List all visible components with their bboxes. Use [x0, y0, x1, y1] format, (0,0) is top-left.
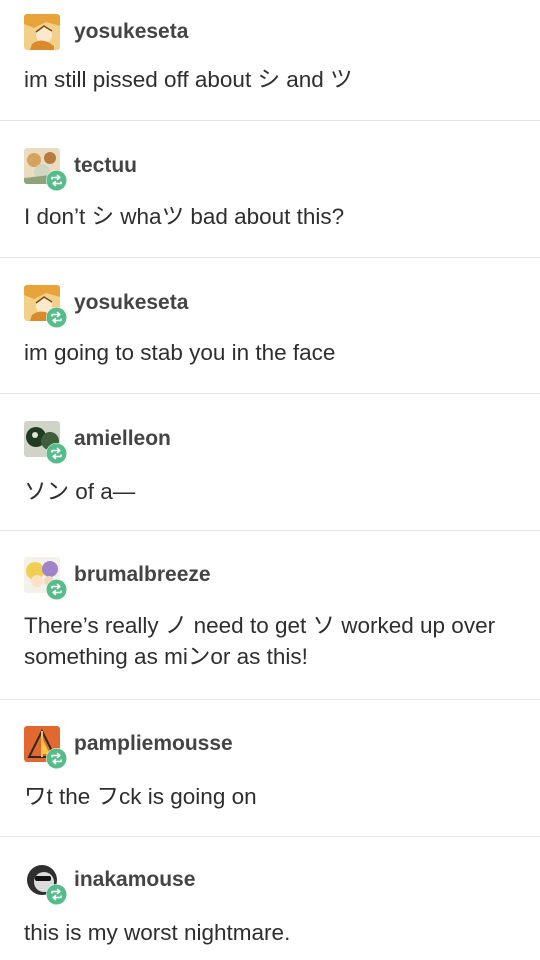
username[interactable]: yosukeseta	[74, 291, 188, 315]
post-text: im still pissed off about シ and ツ	[24, 67, 353, 92]
reblog-icon	[46, 884, 67, 905]
username[interactable]: yosukeseta	[74, 20, 188, 44]
post-text: im going to stab you in the face	[24, 340, 336, 365]
divider	[0, 257, 540, 258]
post-text: I don’t シ whaツ bad about this?	[24, 204, 345, 229]
divider	[0, 836, 540, 837]
username[interactable]: tectuu	[74, 154, 137, 178]
post-text: ソン of a—	[24, 479, 136, 504]
reblog-icon	[46, 748, 67, 769]
reblog-icon	[46, 170, 67, 191]
divider	[0, 699, 540, 700]
post-text: There’s really ノ need to get ソ worked up…	[24, 613, 496, 669]
divider	[0, 530, 540, 531]
reblog-thread: yosukeseta im still pissed off about シ a…	[0, 0, 540, 960]
username[interactable]: brumalbreeze	[74, 563, 211, 587]
avatar[interactable]	[24, 14, 60, 50]
username[interactable]: inakamouse	[74, 868, 195, 892]
reblog-icon	[46, 443, 67, 464]
divider	[0, 393, 540, 394]
username[interactable]: pampliemousse	[74, 732, 233, 756]
post-text: this is my worst nightmare.	[24, 920, 291, 945]
username[interactable]: amielleon	[74, 427, 171, 451]
reblog-icon	[46, 307, 67, 328]
divider	[0, 120, 540, 121]
post-text: ワt the フck is going on	[24, 784, 257, 809]
reblog-icon	[46, 579, 67, 600]
